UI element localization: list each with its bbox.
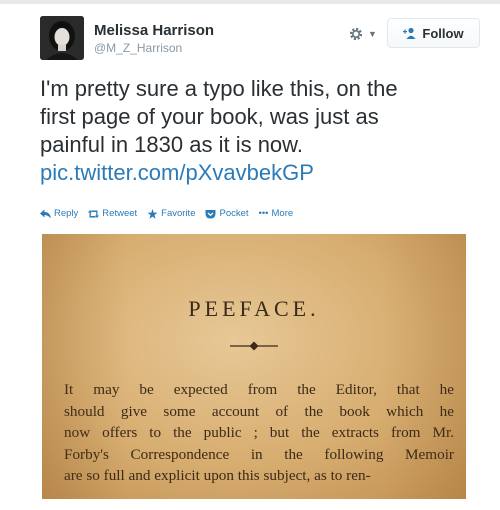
favorite-star-icon [147,208,158,219]
more-label: More [271,208,294,219]
tweet-text-line: painful in 1830 as it is now. [40,132,303,157]
author-name[interactable]: Melissa Harrison [94,22,214,39]
follow-label: Follow [422,25,464,41]
more-dots-icon: ••• [258,208,269,219]
ornament-divider-icon [230,341,278,351]
follow-person-icon [403,27,416,39]
author-handle[interactable]: @M_Z_Harrison [94,41,182,55]
user-actions-menu[interactable]: ▼ [348,24,382,44]
reply-action[interactable]: Reply [40,208,78,219]
follow-button[interactable]: Follow [387,18,480,48]
book-text-line: are so full and explicit upon this subje… [64,467,371,484]
book-page-text: It may be expected from the Editor, that… [64,379,454,487]
avatar-portrait-icon [40,16,84,60]
tweet-text-line: first page of your book, was just as [40,104,379,129]
tweet-text-line: I'm pretty sure a typo like this, on the [40,76,398,101]
favorite-action[interactable]: Favorite [147,208,195,219]
tweet-photo-link[interactable]: pic.twitter.com/pXvavbekGP [40,159,480,187]
avatar[interactable] [40,16,84,60]
tweet-photo[interactable]: PEEFACE. It may be expected from the Edi… [42,234,466,499]
reply-icon [40,209,51,218]
book-text-line: Forby's Correspondence in the following … [64,445,454,463]
gear-icon [349,27,363,41]
tweet-text: I'm pretty sure a typo like this, on the… [40,75,480,187]
retweet-label: Retweet [102,208,138,219]
book-text-line: It may be expected from the Editor, that… [64,381,454,398]
retweet-icon [88,209,100,218]
top-edge [0,0,500,4]
book-page-heading: PEEFACE. [188,296,320,321]
favorite-label: Favorite [161,208,196,219]
reply-label: Reply [54,208,79,219]
chevron-down-icon: ▼ [368,29,377,39]
pocket-action[interactable]: Pocket [205,208,249,219]
pocket-icon [205,209,216,218]
pocket-label: Pocket [219,208,249,219]
book-text-line: now offers to the public ; but the extra… [64,424,454,441]
retweet-action[interactable]: Retweet [88,208,137,219]
tweet-actions: Reply Retweet Favorite Pocket ••• More [40,208,293,219]
more-action[interactable]: ••• More [259,208,294,219]
tweet-header: Melissa Harrison @M_Z_Harrison ▼ Follow [40,14,480,62]
book-text-line: should give some account of the book whi… [64,402,454,420]
